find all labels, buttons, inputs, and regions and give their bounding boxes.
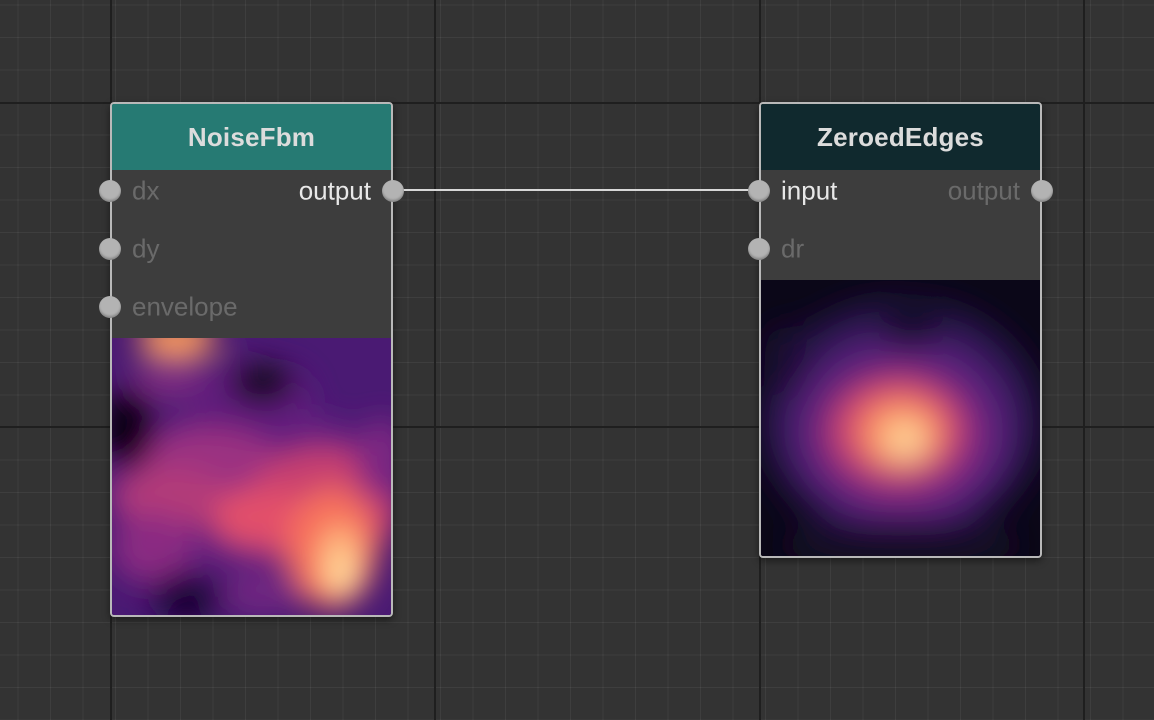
- output-port[interactable]: [1031, 180, 1053, 202]
- port-row-dr: dr: [748, 220, 1040, 278]
- zeroededges-node[interactable]: ZeroedEdges input output dr: [748, 102, 1053, 558]
- output-port[interactable]: [382, 180, 404, 202]
- noisefbm-preview-image: [112, 338, 391, 615]
- port-row-input: input output: [748, 162, 1053, 220]
- envelope-input-label: envelope: [132, 291, 238, 322]
- dx-input-port[interactable]: [99, 180, 121, 202]
- zeroededges-node-title[interactable]: ZeroedEdges: [761, 104, 1040, 170]
- dy-input-port[interactable]: [99, 238, 121, 260]
- port-row-dx: dx output: [99, 162, 404, 220]
- dr-input-port[interactable]: [748, 238, 770, 260]
- dy-input-label: dy: [132, 233, 160, 264]
- zeroededges-preview-image: [761, 280, 1040, 556]
- output-port-label: output: [947, 175, 1020, 206]
- output-port-label: output: [298, 175, 371, 206]
- port-row-envelope: envelope: [99, 278, 391, 336]
- envelope-input-port[interactable]: [99, 296, 121, 318]
- noisefbm-node-title[interactable]: NoiseFbm: [112, 104, 391, 170]
- input-port-label: input: [781, 175, 838, 206]
- dx-input-label: dx: [132, 175, 160, 206]
- dr-input-label: dr: [781, 233, 805, 264]
- port-row-dy: dy: [99, 220, 391, 278]
- noisefbm-node[interactable]: NoiseFbm dx output dy envelope: [99, 102, 404, 617]
- input-port[interactable]: [748, 180, 770, 202]
